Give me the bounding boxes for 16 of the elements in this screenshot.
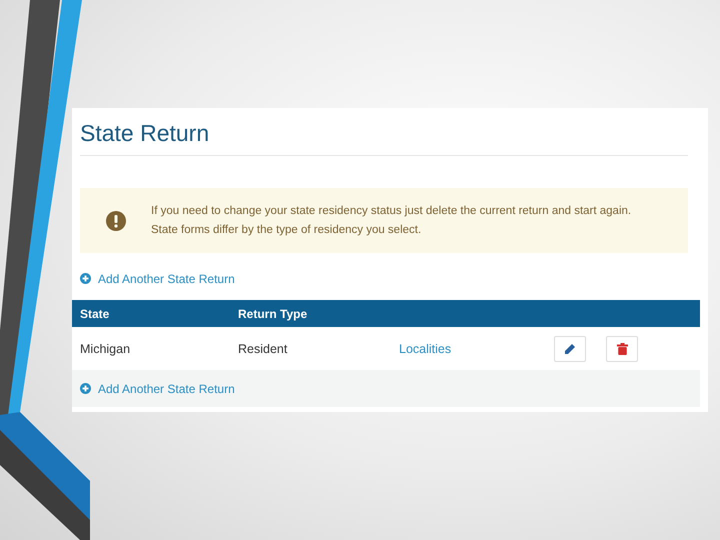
warning-icon xyxy=(106,210,126,230)
trash-icon xyxy=(616,342,628,354)
column-header: State xyxy=(79,306,110,320)
table-cell-text: Resident xyxy=(238,342,288,356)
pencil-icon xyxy=(564,342,576,354)
add-state-return-link[interactable]: Add Another State Return xyxy=(80,382,235,396)
column-header: Return Type xyxy=(238,306,308,320)
plus-circle-icon xyxy=(80,273,91,284)
add-state-return-link[interactable]: Add Another State Return xyxy=(80,272,235,286)
plus-circle-icon xyxy=(80,383,91,394)
delete-button[interactable] xyxy=(606,336,638,362)
edit-button[interactable] xyxy=(554,336,586,362)
page-title: State Return xyxy=(80,120,688,156)
alert-message: If you need to change your state residency status just delete the current return and start again. State forms differ by the type of residency you select. xyxy=(151,204,632,238)
table-cell-text: Michigan xyxy=(79,342,132,356)
localities-link[interactable]: Localities xyxy=(399,342,554,356)
